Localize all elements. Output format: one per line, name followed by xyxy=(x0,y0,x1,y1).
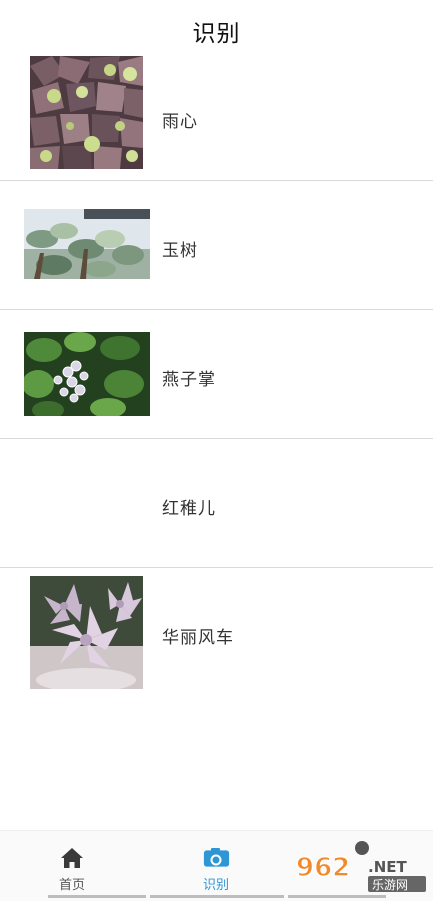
plant-name: 燕子掌 xyxy=(162,370,216,390)
watermark-suffix: .NET xyxy=(368,858,407,876)
plant-name: 雨心 xyxy=(162,112,198,132)
plant-thumbnail xyxy=(30,576,143,689)
camera-icon xyxy=(203,848,230,867)
watermark-logo: 962 .NET 乐游网 xyxy=(292,838,428,894)
tab-identify-label: 识别 xyxy=(202,878,229,893)
results-list: 雨心 玉树 燕子掌 红稚儿 华丽风车 xyxy=(0,52,433,696)
list-item[interactable]: 红稚儿 xyxy=(0,439,433,568)
plant-name: 红稚儿 xyxy=(162,499,216,519)
tab-indicator xyxy=(48,895,146,898)
plant-thumbnail xyxy=(24,209,150,279)
plant-name: 华丽风车 xyxy=(162,628,234,648)
tab-indicator xyxy=(150,895,284,898)
page-title: 识别 xyxy=(192,21,241,47)
plant-thumbnail xyxy=(30,56,143,169)
tab-indicator xyxy=(288,895,386,898)
header: 识别 xyxy=(0,0,433,52)
plant-thumbnail xyxy=(24,332,150,416)
tab-home-label: 首页 xyxy=(58,878,85,893)
watermark-number: 962 xyxy=(296,853,350,883)
home-icon xyxy=(61,848,83,868)
list-item[interactable]: 燕子掌 xyxy=(0,310,433,439)
plant-name: 玉树 xyxy=(162,241,198,261)
list-item[interactable]: 雨心 xyxy=(0,52,433,181)
list-item[interactable]: 玉树 xyxy=(0,181,433,310)
tab-identify[interactable]: 识别 xyxy=(161,831,271,895)
watermark-subtitle: 乐游网 xyxy=(372,878,408,892)
tab-home[interactable]: 首页 xyxy=(17,831,127,895)
list-item[interactable]: 华丽风车 xyxy=(0,568,433,696)
